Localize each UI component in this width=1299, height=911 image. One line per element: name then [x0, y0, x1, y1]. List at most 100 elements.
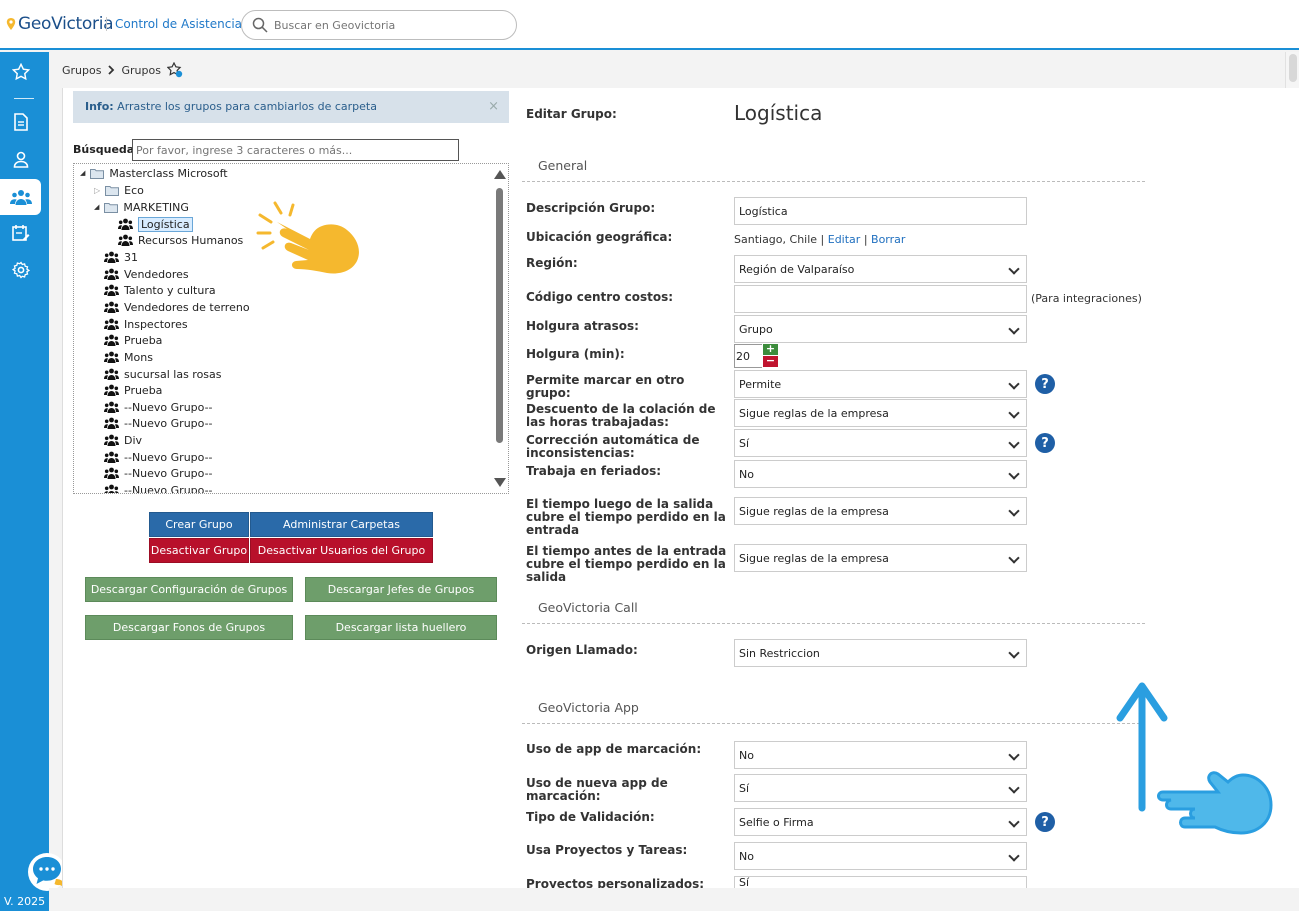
global-search[interactable] [241, 10, 517, 40]
tree-node[interactable]: Prueba [104, 382, 162, 398]
decrement-button[interactable]: − [763, 355, 778, 367]
tree-scrollbar[interactable] [492, 166, 506, 491]
tree-node[interactable]: Recursos Humanos [118, 232, 243, 248]
sidebar-users[interactable] [0, 141, 41, 177]
use-new-app-value: Sí [739, 781, 750, 795]
sidebar-groups[interactable] [0, 179, 41, 215]
use-app-value: No [739, 748, 754, 762]
section-app: GeoVictoria App [522, 700, 1145, 724]
tree-node[interactable]: Mons [104, 349, 153, 365]
mark-other-group-select[interactable]: Permite [734, 370, 1027, 398]
group-icon [104, 301, 119, 313]
download-managers-button[interactable]: Descargar Jefes de Grupos [305, 577, 497, 602]
projects-select[interactable]: No [734, 842, 1027, 870]
tree-node[interactable]: ◢ MARKETING [94, 199, 189, 215]
scroll-down-arrow[interactable] [494, 478, 506, 487]
global-search-input[interactable] [274, 18, 494, 32]
page-scrollbar-thumb[interactable] [1289, 54, 1297, 82]
deactivate-group-users-button[interactable]: Desactivar Usuarios del Grupo [250, 538, 433, 563]
chevron-down-icon [1008, 378, 1020, 390]
tree-node[interactable]: Vendedores [104, 266, 189, 282]
user-icon [13, 151, 28, 168]
tolerance-delays-label: Holgura atrasos: [526, 319, 639, 333]
expanded-toggle-icon[interactable]: ◢ [80, 169, 85, 177]
tree-node-label: --Nuevo Grupo-- [124, 483, 213, 494]
use-app-select[interactable]: No [734, 741, 1027, 769]
tree-scrollbar-thumb[interactable] [496, 188, 503, 443]
tree-search-input[interactable] [132, 139, 459, 161]
holidays-select[interactable]: No [734, 460, 1027, 488]
tree-node[interactable]: Talento y cultura [104, 282, 216, 298]
tree-node[interactable]: --Nuevo Grupo-- [104, 399, 213, 415]
validation-type-select[interactable]: Selfie o Firma [734, 808, 1027, 836]
sidebar-reports[interactable] [0, 104, 41, 140]
call-origin-value: Sin Restriccion [739, 646, 820, 660]
collapsed-toggle-icon[interactable]: ▷ [94, 186, 100, 195]
scroll-up-arrow[interactable] [494, 170, 506, 179]
deactivate-group-button[interactable]: Desactivar Grupo [149, 538, 249, 563]
info-label: Info: [85, 100, 114, 113]
custom-projects-select[interactable]: Sí [734, 876, 1027, 888]
download-fingerprint-button[interactable]: Descargar lista huellero [305, 615, 497, 640]
help-icon[interactable]: ? [1035, 433, 1055, 453]
tree-node[interactable]: --Nuevo Grupo-- [104, 415, 213, 431]
info-banner: Info: Arrastre los grupos para cambiarlo… [73, 91, 509, 123]
help-icon[interactable]: ? [1035, 374, 1055, 394]
tolerance-min-stepper[interactable]: 20 [734, 344, 762, 368]
group-icon [104, 368, 119, 380]
group-icon [104, 268, 119, 280]
tree-node-label: Mons [124, 350, 153, 364]
tolerance-delays-select[interactable]: Grupo [734, 315, 1027, 343]
holidays-label: Trabaja en feriados: [526, 464, 662, 478]
tree-node[interactable]: Logística [118, 216, 193, 232]
delete-location-link[interactable]: Borrar [871, 233, 905, 246]
holidays-value: No [739, 467, 754, 481]
tree-node-label: --Nuevo Grupo-- [124, 416, 213, 430]
tree-node[interactable]: ▷ Eco [94, 182, 144, 198]
tree-node-label: Recursos Humanos [138, 233, 244, 247]
edit-location-link[interactable]: Editar [828, 233, 861, 246]
chevron-down-icon [1008, 407, 1020, 419]
call-origin-label: Origen Llamado: [526, 643, 638, 657]
tree-node[interactable]: 31 [104, 249, 138, 265]
description-input[interactable]: Logística [734, 197, 1027, 225]
mark-other-group-value: Permite [739, 377, 782, 391]
tree-node[interactable]: ◢ Masterclass Microsoft [80, 165, 228, 181]
top-bar: GeoVictoria Control de Asistencia [0, 0, 1299, 50]
help-icon[interactable]: ? [1035, 812, 1055, 832]
tree-node[interactable]: Inspectores [104, 316, 188, 332]
tree-node-label: --Nuevo Grupo-- [124, 400, 213, 414]
time-before-entry-select[interactable]: Sigue reglas de la empresa [734, 544, 1027, 572]
sidebar-settings[interactable] [0, 252, 41, 288]
tree-node[interactable]: Prueba [104, 332, 162, 348]
cost-center-input[interactable] [734, 285, 1027, 313]
close-icon[interactable]: × [488, 99, 499, 114]
use-new-app-select[interactable]: Sí [734, 774, 1027, 802]
download-phones-button[interactable]: Descargar Fonos de Grupos [85, 615, 293, 640]
module-title[interactable]: Control de Asistencia [106, 17, 256, 31]
tree-node[interactable]: Vendedores de terreno [104, 299, 250, 315]
breadcrumb-item[interactable]: Grupos [62, 64, 101, 77]
region-select[interactable]: Región de Valparaíso [734, 255, 1027, 283]
sidebar-favorites[interactable] [0, 54, 41, 90]
time-after-exit-select[interactable]: Sigue reglas de la empresa [734, 497, 1027, 525]
expanded-toggle-icon[interactable]: ◢ [94, 203, 99, 211]
breadcrumb: Grupos Grupos [62, 62, 183, 78]
tree-node[interactable]: --Nuevo Grupo-- [104, 465, 213, 481]
manage-folders-button[interactable]: Administrar Carpetas [250, 512, 433, 537]
geovictoria-logo[interactable]: GeoVictoria [6, 14, 114, 34]
lunch-discount-select[interactable]: Sigue reglas de la empresa [734, 399, 1027, 427]
download-config-button[interactable]: Descargar Configuración de Grupos [85, 577, 293, 602]
tree-node[interactable]: Div [104, 432, 142, 448]
tree-node[interactable]: sucursal las rosas [104, 366, 222, 382]
create-group-button[interactable]: Crear Grupo [149, 512, 249, 537]
auto-correction-select[interactable]: Sí [734, 429, 1027, 457]
tree-node-label: Prueba [124, 383, 163, 397]
tree-node-label: Prueba [124, 333, 163, 347]
tree-node[interactable]: --Nuevo Grupo-- [104, 482, 213, 494]
favorite-star-icon[interactable] [166, 62, 183, 78]
chevron-down-icon [1008, 816, 1020, 828]
call-origin-select[interactable]: Sin Restriccion [734, 639, 1027, 667]
sidebar-planning[interactable] [0, 215, 41, 251]
tree-node[interactable]: --Nuevo Grupo-- [104, 449, 213, 465]
